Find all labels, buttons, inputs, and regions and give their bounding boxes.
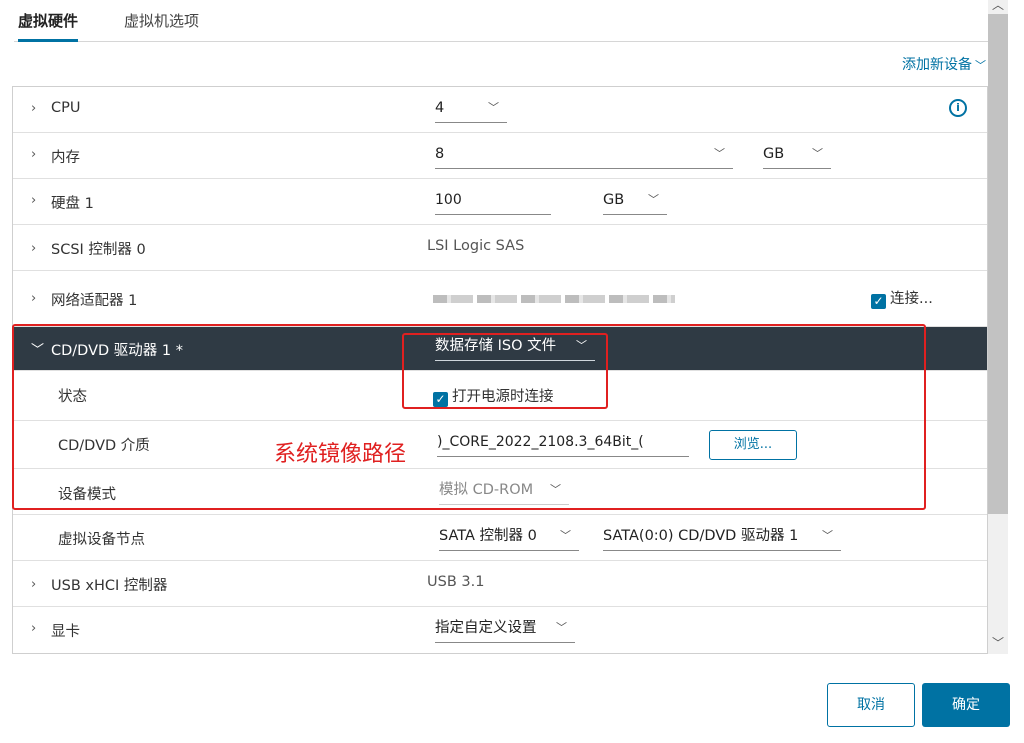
chevron-down-icon: ﹀ [975,59,986,72]
row-network: › 网络适配器 1 ✓ 连接... [13,271,987,327]
memory-select[interactable]: 8 ﹀ [435,143,733,169]
row-scsi: › SCSI 控制器 0 LSI Logic SAS [13,225,987,271]
row-virtual-device-node: 虚拟设备节点 SATA 控制器 0 ﹀ SATA(0:0) CD/DVD 驱动器 … [13,515,987,561]
ok-button[interactable]: 确定 [922,683,1010,727]
row-cpu: › CPU 4 ﹀ i [13,87,987,133]
scsi-value: LSI Logic SAS [427,238,525,254]
scsi-label: SCSI 控制器 0 [51,242,146,258]
disk-size-input[interactable]: 100 [435,189,551,215]
ok-label: 确定 [952,697,980,713]
cpu-select[interactable]: 4 ﹀ [435,97,507,123]
memory-label: 内存 [51,150,80,166]
cpu-label: CPU [51,100,81,116]
scroll-up-icon[interactable]: ︿ [988,0,1008,13]
cpu-value: 4 [435,100,445,116]
network-connect-checkbox[interactable]: ✓ 连接... [871,287,933,309]
scrollbar-thumb[interactable] [988,14,1008,514]
disk-size-value: 100 [435,192,462,208]
network-connect-label: 连接... [890,291,933,307]
virtual-device-node-label: 虚拟设备节点 [58,532,145,548]
vdn-node-value: SATA(0:0) CD/DVD 驱动器 1 [603,528,799,544]
row-memory: › 内存 8 ﹀ GB ﹀ [13,133,987,179]
memory-unit-select[interactable]: GB ﹀ [763,143,831,169]
gpu-value: 指定自定义设置 [435,620,537,636]
disk-label: 硬盘 1 [51,196,94,212]
chevron-down-icon: ﹀ [812,147,823,160]
chevron-right-icon[interactable]: › [31,101,36,116]
scroll-down-icon[interactable]: ﹀ [988,634,1008,651]
chevron-down-icon: ﹀ [714,147,725,160]
tab-virtual-hardware[interactable]: 虚拟硬件 [18,10,79,42]
checkbox-checked-icon: ✓ [871,294,886,309]
chevron-right-icon[interactable]: › [31,241,36,256]
chevron-right-icon[interactable]: › [31,291,36,306]
tab-bar: 虚拟硬件 虚拟机选项 [14,0,988,42]
add-new-device-label: 添加新设备 [902,57,972,73]
gpu-select[interactable]: 指定自定义设置 ﹀ [435,617,575,643]
cancel-button[interactable]: 取消 [827,683,915,727]
row-usb: › USB xHCI 控制器 USB 3.1 [13,561,987,607]
usb-label: USB xHCI 控制器 [51,578,168,594]
gpu-label: 显卡 [51,624,80,640]
row-disk: › 硬盘 1 100 GB ﹀ [13,179,987,225]
disk-unit-select[interactable]: GB ﹀ [603,189,667,215]
memory-unit: GB [763,146,785,162]
chevron-right-icon[interactable]: › [31,621,36,636]
info-icon[interactable]: i [949,99,967,117]
chevron-down-icon: ﹀ [560,529,571,542]
chevron-down-icon: ﹀ [488,101,499,114]
tab-vm-options[interactable]: 虚拟机选项 [124,10,199,42]
annotation-box-iso [402,333,608,409]
vdn-controller-select[interactable]: SATA 控制器 0 ﹀ [439,525,579,551]
chevron-down-icon: ﹀ [648,193,659,206]
row-gpu: › 显卡 指定自定义设置 ﹀ [13,607,987,653]
usb-value: USB 3.1 [427,574,485,590]
network-label: 网络适配器 1 [51,293,138,309]
add-new-device-button[interactable]: 添加新设备 ﹀ [902,54,986,74]
memory-value: 8 [435,146,445,162]
network-name-blurred [433,295,675,303]
vdn-node-select[interactable]: SATA(0:0) CD/DVD 驱动器 1 ﹀ [603,525,841,551]
cancel-label: 取消 [857,697,885,713]
vdn-controller-value: SATA 控制器 0 [439,528,537,544]
chevron-down-icon: ﹀ [822,529,833,542]
chevron-right-icon[interactable]: › [31,577,36,592]
chevron-right-icon[interactable]: › [31,147,36,162]
annotation-label: 系统镜像路径 [274,442,407,467]
chevron-right-icon[interactable]: › [31,193,36,208]
chevron-down-icon: ﹀ [556,621,567,634]
disk-unit: GB [603,192,625,208]
